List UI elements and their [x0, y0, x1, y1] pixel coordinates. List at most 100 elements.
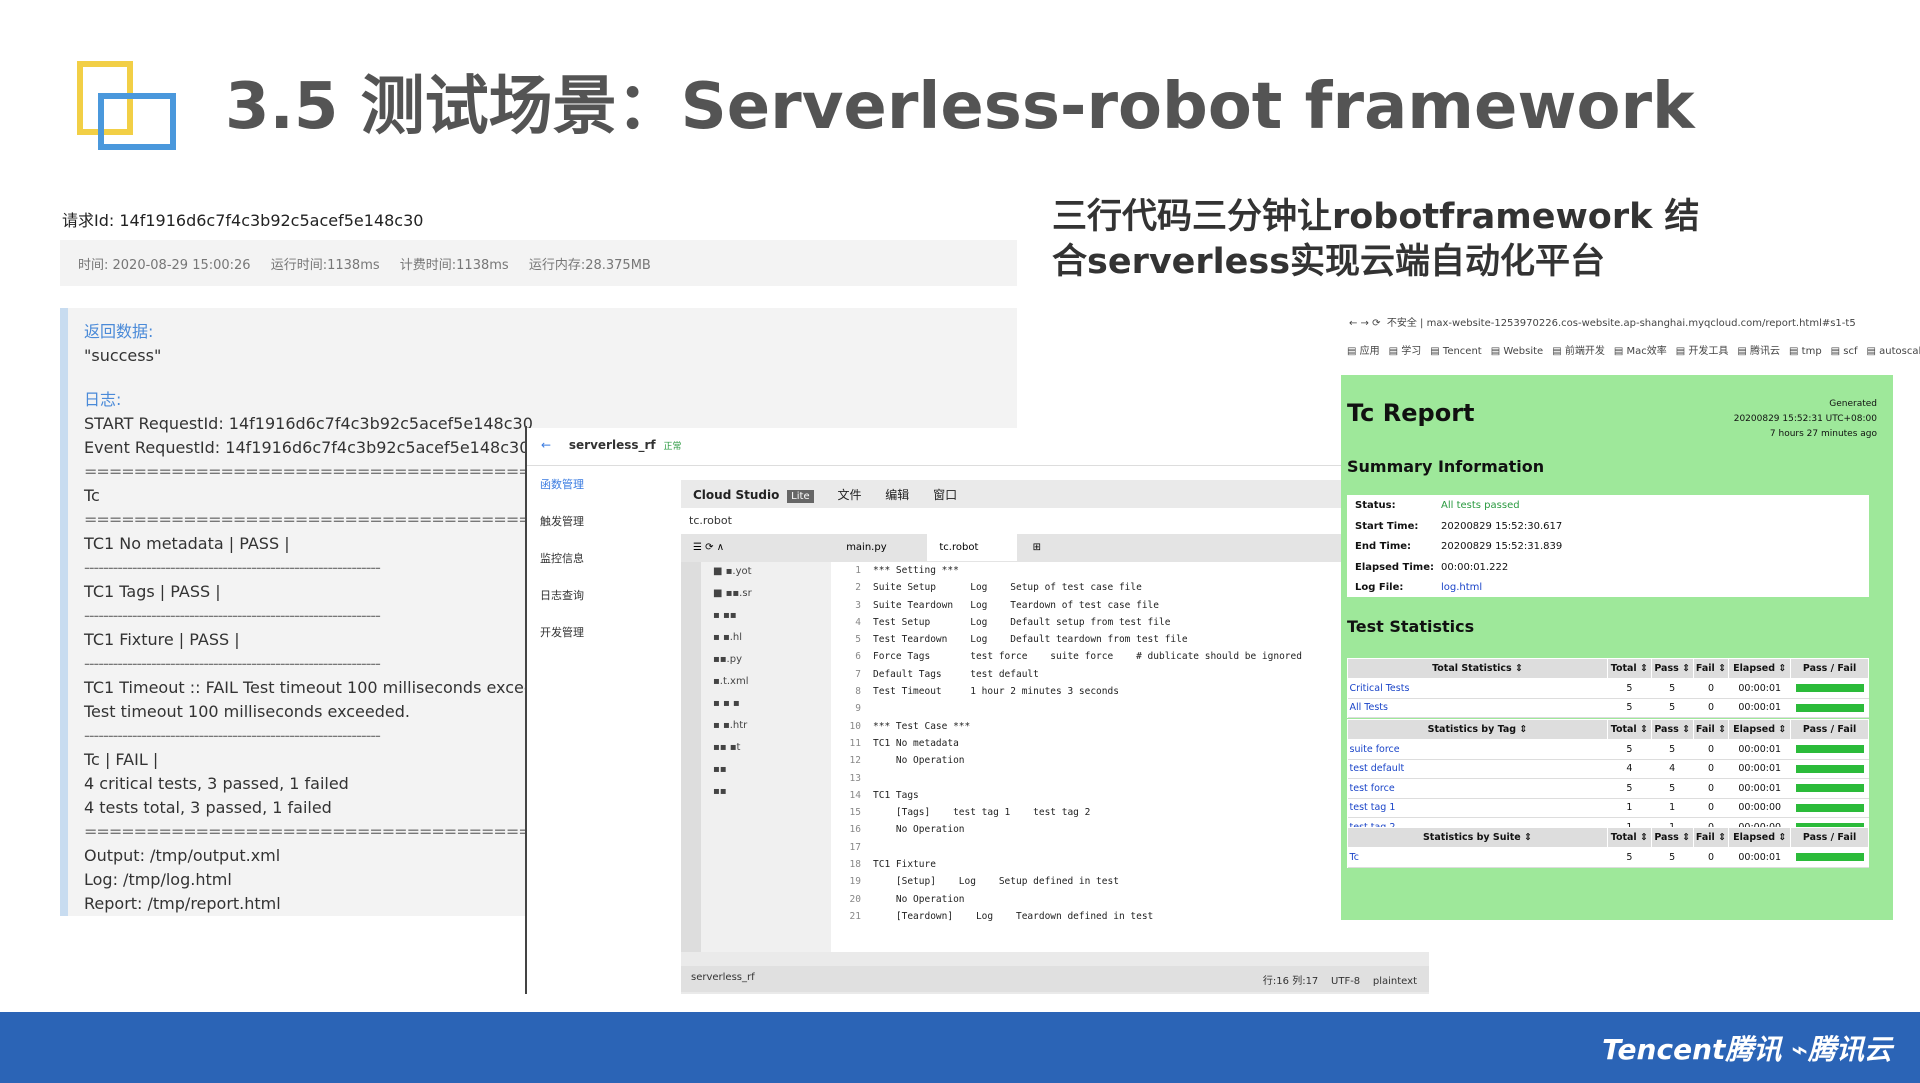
summary-key: Elapsed Time: — [1355, 561, 1434, 573]
bookmark-item[interactable]: ▤ scf — [1831, 346, 1858, 357]
stats-header[interactable]: Pass / Fail — [1790, 827, 1869, 848]
stats-header[interactable]: Pass ⇕ — [1650, 719, 1694, 740]
stats-cell: 00:00:01 — [1728, 698, 1791, 718]
pass-fail-cell — [1790, 678, 1869, 699]
file-tree-item[interactable]: ▪ ▪ ▪ — [681, 694, 831, 716]
stats-name[interactable]: test default — [1347, 759, 1608, 779]
file-tree-item[interactable]: ▪▪.py — [681, 650, 831, 672]
stats-cell: 5 — [1651, 847, 1694, 868]
stats-name[interactable]: suite force — [1347, 739, 1608, 760]
stats-table: Total Statistics ⇕ Total ⇕ Pass ⇕ Fail ⇕ Ela… — [1347, 658, 1869, 718]
code-line: 19 [Setup] Log Setup defined in test — [831, 873, 1429, 890]
summary-value[interactable]: log.html — [1441, 582, 1482, 593]
code-line: 15 [Tags] test tag 1 test tag 2 — [831, 804, 1429, 821]
bookmark-item[interactable]: ▤ 学习 — [1389, 346, 1422, 357]
stats-cell: 0 — [1693, 698, 1729, 718]
file-tree-item[interactable]: ▪ ▪.hl — [681, 628, 831, 650]
summary-heading: Summary Information — [1347, 457, 1545, 476]
stats-header[interactable]: Elapsed ⇕ — [1728, 827, 1792, 848]
stats-header[interactable]: Pass ⇕ — [1650, 658, 1694, 679]
code-editor[interactable]: 1 *** Setting *** 2 Suite Setup Log Setup o… — [831, 562, 1429, 952]
nav-item[interactable]: 触发管理 — [527, 503, 677, 540]
nav-item[interactable]: 函数管理 — [527, 466, 677, 503]
stats-cell: 0 — [1693, 678, 1729, 699]
bookmark-item[interactable]: ▤ 开发工具 — [1676, 346, 1729, 357]
stats-header[interactable]: Total ⇕ — [1607, 719, 1652, 740]
code-line: 18 TC1 Fixture — [831, 856, 1429, 873]
path-bar: tc.robot — [681, 508, 1429, 534]
address-bar[interactable]: ← → ⟳ 不安全 | max-website-1253970226.cos-w… — [1341, 306, 1893, 338]
stats-cell: 5 — [1607, 698, 1652, 718]
slide-title: 3.5 测试场景：Serverless-robot framework — [225, 70, 1695, 144]
stats-name[interactable]: All Tests — [1347, 698, 1608, 718]
file-tree-item[interactable]: ▪ ▪.htr — [681, 716, 831, 738]
bookmark-item[interactable]: ▤ Website — [1491, 346, 1544, 357]
stats-header[interactable]: Pass / Fail — [1790, 719, 1869, 740]
bookmark-item[interactable]: ▤ Tencent — [1430, 346, 1481, 357]
nav-item[interactable]: 开发管理 — [527, 614, 677, 651]
bookmark-item[interactable]: ▤ Mac效率 — [1614, 346, 1667, 357]
line-number: 19 — [849, 876, 861, 888]
line-number: 17 — [849, 841, 861, 853]
pass-bar — [1795, 745, 1864, 754]
stats-table: Statistics by Suite ⇕ Total ⇕ Pass ⇕ Fail ⇕… — [1347, 827, 1869, 868]
bookmark-item[interactable]: ▤ 前端开发 — [1552, 346, 1605, 357]
file-tree-item[interactable]: ▪ ▪▪ — [681, 606, 831, 628]
new-tab-icon[interactable]: ⊞ — [1021, 534, 1053, 561]
stats-header[interactable]: Total Statistics ⇕ — [1347, 658, 1608, 679]
bookmark-item[interactable]: ▤ autoscaler — [1867, 346, 1920, 357]
stats-header[interactable]: Fail ⇕ — [1692, 658, 1730, 679]
nav-item[interactable]: 监控信息 — [527, 540, 677, 577]
code-line: 5 Test Teardown Log Default teardown from… — [831, 631, 1429, 648]
stats-name[interactable]: Tc — [1347, 847, 1608, 868]
pass-bar — [1795, 803, 1864, 812]
tab-main-py[interactable]: main.py — [834, 534, 924, 561]
back-arrow-icon[interactable]: ← — [541, 438, 551, 452]
pass-bar — [1795, 684, 1864, 693]
file-tree-item[interactable]: ▪▪ — [681, 760, 831, 782]
pass-bar — [1795, 784, 1864, 793]
file-tree-item[interactable]: ■ ▪▪.sr — [681, 584, 831, 606]
stats-header[interactable]: Elapsed ⇕ — [1728, 719, 1792, 740]
file-tree-item[interactable]: ■ ▪.yot — [681, 562, 831, 584]
nav-item[interactable]: 日志查询 — [527, 577, 677, 614]
bookmark-item[interactable]: ▤ tmp — [1789, 346, 1822, 357]
stats-header[interactable]: Statistics by Suite ⇕ — [1347, 827, 1608, 848]
stats-header[interactable]: Total ⇕ — [1607, 827, 1652, 848]
stats-cell: 0 — [1693, 739, 1729, 760]
stats-cell: 0 — [1693, 798, 1729, 818]
bookmark-item[interactable]: ▤ 腾讯云 — [1737, 346, 1780, 357]
stats-header[interactable]: Pass / Fail — [1790, 658, 1869, 679]
file-tree-item[interactable]: ▪▪ — [681, 782, 831, 804]
line-number: 20 — [849, 893, 861, 905]
stats-header[interactable]: Statistics by Tag ⇕ — [1347, 719, 1608, 740]
code-line: 7 Default Tags test default — [831, 666, 1429, 683]
line-number: 21 — [849, 910, 861, 922]
stats-header[interactable]: Fail ⇕ — [1692, 719, 1730, 740]
bookmark-item[interactable]: ▤ 应用 — [1347, 346, 1380, 357]
menu-window[interactable]: 窗口 — [933, 488, 957, 502]
menu-file[interactable]: 文件 — [837, 488, 861, 502]
meta-billtime: 计费时间:1138ms — [399, 258, 509, 273]
stats-header[interactable]: Fail ⇕ — [1692, 827, 1730, 848]
stats-name[interactable]: test force — [1347, 778, 1608, 799]
stats-name[interactable]: Critical Tests — [1347, 678, 1608, 699]
stats-cell: 00:00:01 — [1728, 847, 1791, 868]
file-tree-item[interactable]: ▪▪ ▪t — [681, 738, 831, 760]
pass-bar — [1795, 703, 1864, 712]
tab-tc-robot[interactable]: tc.robot — [927, 534, 1018, 561]
ide-header: ← serverless_rf 正常 — [527, 428, 1439, 466]
code-line: 4 Test Setup Log Default setup from test … — [831, 614, 1429, 631]
subtitle-line2: 合serverless实现云端自动化平台 — [1052, 242, 1606, 282]
tab-tools[interactable]: ☰ ⟳ ∧ — [681, 534, 831, 561]
menu-edit[interactable]: 编辑 — [885, 488, 909, 502]
stats-row: Tc 5 5 0 00:00:01 — [1347, 847, 1869, 868]
stats-header[interactable]: Pass ⇕ — [1650, 827, 1694, 848]
summary-row: End Time: 20200829 15:52:31.839 — [1355, 541, 1861, 562]
stats-row: test default 4 4 0 00:00:01 — [1347, 759, 1869, 779]
stats-name[interactable]: test tag 1 — [1347, 798, 1608, 818]
stats-header[interactable]: Total ⇕ — [1607, 658, 1652, 679]
stats-cell: 0 — [1693, 778, 1729, 799]
stats-header[interactable]: Elapsed ⇕ — [1728, 658, 1792, 679]
file-tree-item[interactable]: ▪.t.xml — [681, 672, 831, 694]
